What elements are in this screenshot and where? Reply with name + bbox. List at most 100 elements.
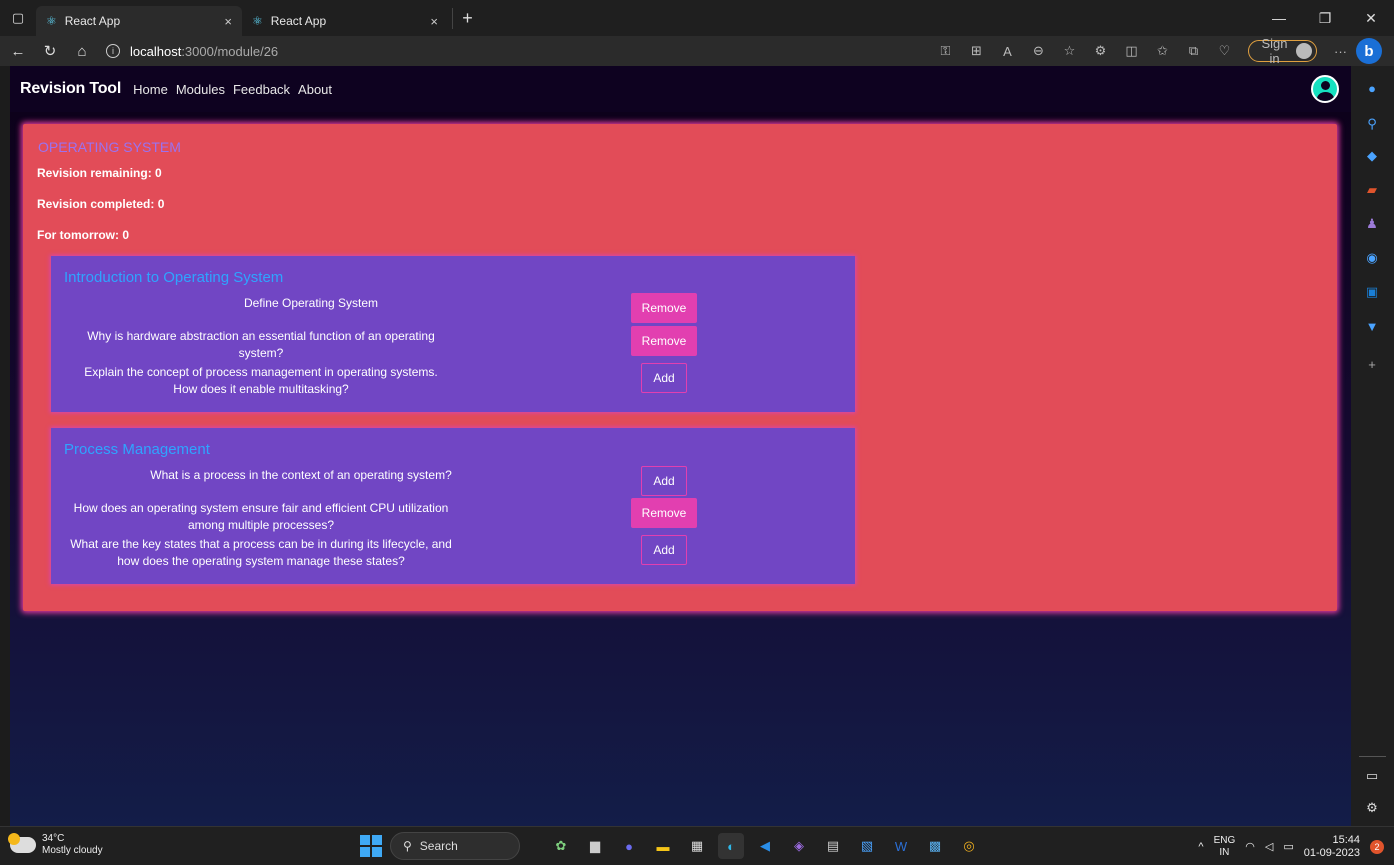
- volume-icon[interactable]: ◁: [1265, 840, 1273, 853]
- clock-date: 01-09-2023: [1303, 846, 1360, 859]
- new-tab-button[interactable]: +: [452, 7, 482, 29]
- more-menu-icon[interactable]: ···: [1325, 44, 1356, 59]
- sidebar-settings-icon[interactable]: ⚙: [1362, 798, 1382, 818]
- question-text: How does an operating system ensure fair…: [73, 501, 449, 532]
- home-icon[interactable]: ⌂: [68, 43, 96, 60]
- revision-tomorrow: For tomorrow: 0: [37, 228, 129, 242]
- revision-completed: Revision completed: 0: [37, 197, 165, 211]
- revision-remaining: Revision remaining: 0: [37, 166, 162, 180]
- terminal-icon[interactable]: ▤: [820, 833, 846, 859]
- taskbar-search[interactable]: ⚲ Search: [390, 832, 520, 860]
- module-card: OPERATING SYSTEM Revision remaining: 0 R…: [23, 124, 1337, 611]
- zoom-icon[interactable]: ⊖: [1023, 43, 1054, 59]
- tab-title: React App: [64, 14, 121, 28]
- microsoft-365-icon[interactable]: ◉: [1362, 248, 1382, 268]
- windows-start-icon[interactable]: [360, 835, 382, 857]
- close-window-button[interactable]: ✕: [1348, 10, 1394, 27]
- hide-sidebar-icon[interactable]: ▭: [1362, 766, 1382, 786]
- nav-about[interactable]: About: [298, 82, 332, 97]
- nav-modules[interactable]: Modules: [176, 82, 225, 97]
- tools-icon[interactable]: ▰: [1362, 180, 1382, 200]
- search-icon[interactable]: ⚲: [1362, 114, 1382, 134]
- store-icon[interactable]: ▦: [684, 833, 710, 859]
- restore-button[interactable]: ❐: [1302, 10, 1348, 27]
- visual-studio-icon[interactable]: ◈: [786, 833, 812, 859]
- language-indicator[interactable]: ENG IN: [1214, 835, 1236, 859]
- notification-bell-icon[interactable]: ●: [1362, 78, 1382, 98]
- collections-icon[interactable]: ⧉: [1178, 43, 1209, 59]
- question-text: Explain the concept of process managemen…: [84, 365, 438, 396]
- sign-in-button[interactable]: Sign in: [1248, 36, 1317, 66]
- topic-card: Process Management What is a process in …: [51, 428, 855, 584]
- weather-cloud-icon: [8, 833, 36, 853]
- system-tray: ^ ENG IN ◠ ◁ ▭ 15:44 01-09-2023 2: [1198, 827, 1394, 865]
- wifi-icon[interactable]: ◠: [1245, 840, 1255, 853]
- tab-actions-icon[interactable]: ▢: [0, 0, 36, 36]
- info-icon[interactable]: i: [106, 44, 120, 58]
- outlook-icon[interactable]: ▣: [1362, 282, 1382, 302]
- window-controls: — ❐ ✕: [1256, 10, 1394, 27]
- chat-icon[interactable]: ●: [616, 833, 642, 859]
- search-icon: ⚲: [403, 839, 412, 853]
- url-path: :3000/module/26: [181, 43, 279, 59]
- sign-in-label: Sign in: [1261, 36, 1288, 66]
- app-brand[interactable]: Revision Tool: [20, 80, 121, 98]
- back-arrow-icon[interactable]: ←: [4, 43, 32, 60]
- widgets-icon[interactable]: ✿: [548, 833, 574, 859]
- language-label: ENG: [1213, 834, 1236, 846]
- app-grid-icon[interactable]: ⊞: [961, 43, 992, 59]
- performance-icon[interactable]: ♡: [1209, 43, 1240, 59]
- split-screen-icon[interactable]: ◫: [1116, 43, 1147, 59]
- word-icon[interactable]: W: [888, 833, 914, 859]
- topic-title: Process Management: [64, 441, 210, 458]
- remote-desktop-icon[interactable]: ▧: [854, 833, 880, 859]
- vscode-icon[interactable]: ◀: [752, 833, 778, 859]
- taskbar-apps: ⚲ Search ✿ ▆ ● ▬ ▦ ◐ ◀ ◈ ▤ ▧ W ▩ ◎: [360, 832, 982, 860]
- shopping-tag-icon[interactable]: ◆: [1362, 146, 1382, 166]
- task-view-icon[interactable]: ▆: [582, 833, 608, 859]
- refresh-icon[interactable]: ↻: [36, 42, 64, 60]
- add-button[interactable]: Add: [641, 535, 687, 565]
- drop-icon[interactable]: ▼: [1362, 316, 1382, 336]
- react-icon: ⚛: [252, 14, 263, 28]
- weather-widget[interactable]: 34°C Mostly cloudy: [8, 833, 103, 857]
- chevron-up-icon[interactable]: ^: [1198, 841, 1203, 853]
- edge-sidebar: ● ⚲ ◆ ▰ ♟ ◉ ▣ ▼ + ▭ ⚙: [1351, 66, 1394, 826]
- password-key-icon[interactable]: ⚿: [930, 43, 961, 59]
- extensions-icon[interactable]: ⚙: [1085, 43, 1116, 59]
- weather-condition: Mostly cloudy: [42, 845, 103, 856]
- remove-button[interactable]: Remove: [631, 498, 697, 528]
- address-bar: ← ↻ ⌂ i localhost :3000/module/26 ⚿ ⊞ A …: [0, 36, 1394, 66]
- minimize-button[interactable]: —: [1256, 10, 1302, 27]
- add-button[interactable]: Add: [641, 466, 687, 496]
- clock[interactable]: 15:44 01-09-2023: [1304, 834, 1360, 860]
- read-aloud-icon[interactable]: A: [992, 44, 1023, 59]
- notification-badge[interactable]: 2: [1370, 839, 1384, 854]
- favorite-star-icon[interactable]: ☆: [1054, 43, 1085, 59]
- question-text: Why is hardware abstraction an essential…: [87, 329, 435, 360]
- favorites-icon[interactable]: ✩: [1147, 43, 1178, 59]
- weather-temp: 34°C: [42, 833, 65, 844]
- avatar-icon: [1296, 43, 1312, 59]
- search-label: Search: [419, 839, 458, 853]
- games-icon[interactable]: ♟: [1362, 214, 1382, 234]
- url-field[interactable]: i localhost :3000/module/26: [106, 44, 806, 59]
- user-profile-icon[interactable]: [1311, 75, 1339, 103]
- edge-icon[interactable]: ◐: [718, 833, 744, 859]
- remove-button[interactable]: Remove: [631, 293, 697, 323]
- remove-button[interactable]: Remove: [631, 326, 697, 356]
- nav-feedback[interactable]: Feedback: [233, 82, 290, 97]
- add-button[interactable]: Add: [641, 363, 687, 393]
- close-tab-icon[interactable]: ×: [430, 14, 438, 29]
- browser-tab-2[interactable]: ⚛ React App ×: [242, 6, 448, 36]
- app-navbar: Revision Tool Home Modules Feedback Abou…: [10, 66, 1351, 112]
- browser-tab-1[interactable]: ⚛ React App ×: [36, 6, 242, 36]
- nav-home[interactable]: Home: [133, 82, 168, 97]
- battery-icon[interactable]: ▭: [1283, 840, 1293, 853]
- file-explorer-icon[interactable]: ▬: [650, 833, 676, 859]
- photos-icon[interactable]: ▩: [922, 833, 948, 859]
- close-tab-icon[interactable]: ×: [224, 14, 232, 29]
- add-sidebar-app-icon[interactable]: +: [1362, 354, 1382, 374]
- copilot-icon[interactable]: b: [1356, 38, 1382, 64]
- chrome-icon[interactable]: ◎: [956, 833, 982, 859]
